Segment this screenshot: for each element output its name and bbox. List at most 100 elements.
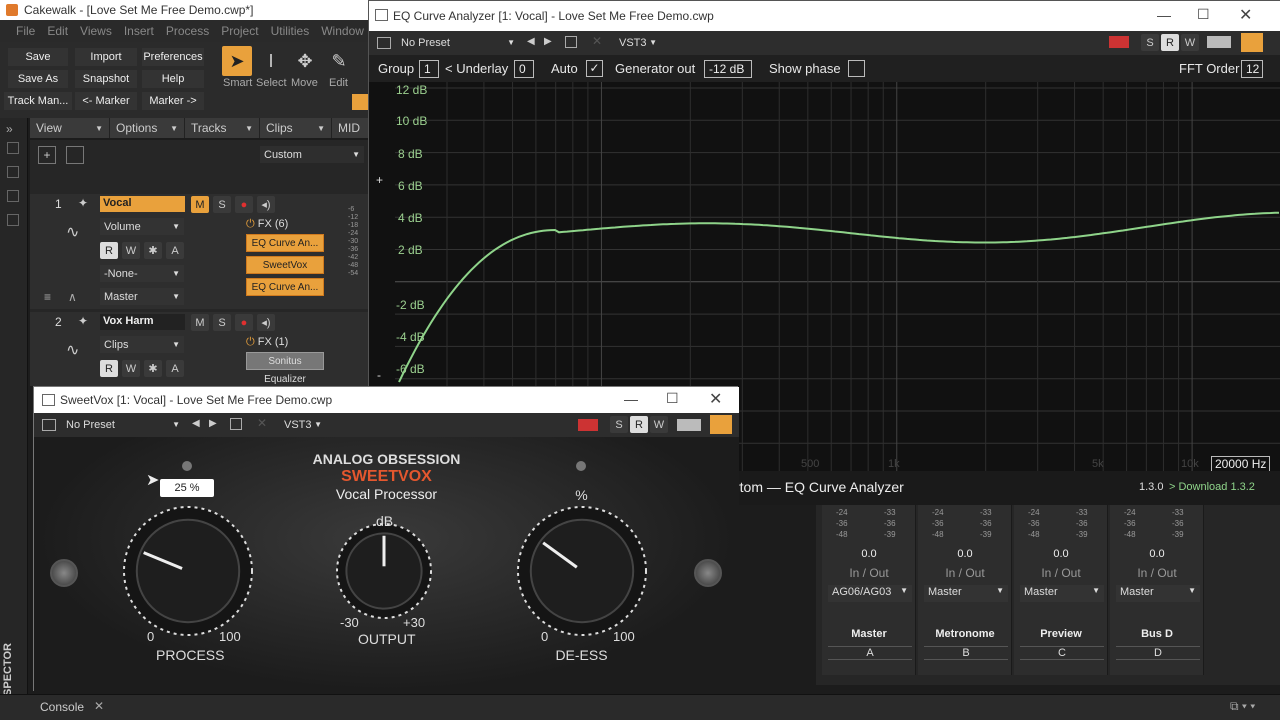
- expand-icon[interactable]: »: [6, 122, 13, 136]
- maximize-icon[interactable]: ☐: [1197, 6, 1210, 23]
- zoom-out-icon[interactable]: -: [377, 368, 381, 382]
- input-echo-button[interactable]: ◂): [257, 314, 275, 331]
- eq-titlebar[interactable]: EQ Curve Analyzer [1: Vocal] - Love Set …: [369, 1, 1280, 31]
- strip-route-dropdown[interactable]: Master ▼: [1020, 585, 1104, 602]
- import-button[interactable]: Import: [75, 48, 137, 66]
- menu-edit[interactable]: Edit: [47, 24, 68, 38]
- next-preset-icon[interactable]: ▶: [209, 418, 217, 429]
- input-echo-button[interactable]: ◂): [257, 196, 275, 213]
- pin-icon[interactable]: [1241, 33, 1263, 52]
- input-dropdown[interactable]: -None- ▼: [100, 265, 184, 282]
- strip-letter[interactable]: C: [1020, 646, 1104, 660]
- help-button[interactable]: Help: [142, 70, 204, 88]
- underlay-field[interactable]: 0: [514, 60, 534, 78]
- custom-preset-dropdown[interactable]: Custom ▼: [260, 146, 364, 163]
- fx-item-eq-curve-2[interactable]: EQ Curve An...: [246, 278, 324, 296]
- next-preset-icon[interactable]: ▶: [544, 36, 552, 47]
- track-manager-button[interactable]: Track Man...: [4, 92, 72, 110]
- fx-item-sonitus-eq[interactable]: Sonitus Equalizer: [246, 352, 324, 385]
- menu-utilities[interactable]: Utilities: [271, 24, 310, 38]
- strip-name[interactable]: Preview: [1014, 628, 1108, 640]
- layout-menu-icon[interactable]: ⧉ ▾ ▾: [1230, 699, 1255, 714]
- solo-plugin-button[interactable]: S: [1141, 34, 1159, 51]
- save-button[interactable]: Save: [8, 48, 68, 66]
- save-preset-icon[interactable]: [230, 418, 242, 430]
- automation-dropdown[interactable]: Clips ▼: [100, 336, 184, 353]
- inspector-d-icon[interactable]: [7, 214, 19, 226]
- plugin-menu-icon[interactable]: [377, 37, 391, 49]
- read-plugin-button[interactable]: R: [1161, 34, 1179, 51]
- edit-tool-icon[interactable]: ✎: [324, 46, 354, 76]
- track-settings-icon[interactable]: ≡: [44, 290, 51, 304]
- freeze-button[interactable]: ✱: [144, 242, 162, 259]
- sweetvox-titlebar[interactable]: SweetVox [1: Vocal] - Love Set Me Free D…: [34, 387, 739, 413]
- fx-item-eq-curve-1[interactable]: EQ Curve An...: [246, 234, 324, 252]
- archive-button[interactable]: A: [166, 242, 184, 259]
- format-dropdown[interactable]: VST3 ▼: [615, 34, 661, 51]
- prev-preset-icon[interactable]: ◀: [527, 36, 535, 47]
- move-tool-icon[interactable]: ✥: [290, 46, 320, 76]
- strip-route-dropdown[interactable]: Master ▼: [924, 585, 1008, 602]
- write-plugin-button[interactable]: W: [650, 416, 668, 433]
- delete-preset-icon[interactable]: ✕: [592, 34, 602, 48]
- inspector-b-icon[interactable]: [7, 166, 19, 178]
- solo-button[interactable]: S: [213, 314, 231, 331]
- menu-window[interactable]: Window: [321, 24, 364, 38]
- clips-menu[interactable]: Clips ▼: [260, 118, 332, 138]
- smart-tool-icon[interactable]: ➤: [222, 46, 252, 76]
- sidechain-icon[interactable]: [1109, 36, 1129, 48]
- track-name-field[interactable]: Vocal: [100, 196, 185, 212]
- read-plugin-button[interactable]: R: [630, 416, 648, 433]
- strip-name[interactable]: Bus D: [1110, 628, 1204, 640]
- fx-item-sweetvox[interactable]: SweetVox: [246, 256, 324, 274]
- freeze-button[interactable]: ✱: [144, 360, 162, 377]
- archive-button[interactable]: A: [166, 360, 184, 377]
- process-knob[interactable]: [123, 506, 253, 636]
- keyboard-icon[interactable]: [1207, 36, 1231, 48]
- minimize-icon[interactable]: —: [624, 391, 638, 407]
- output-dropdown[interactable]: Master ▼: [100, 288, 184, 305]
- format-dropdown[interactable]: VST3 ▼: [280, 416, 326, 433]
- solo-button[interactable]: S: [213, 196, 231, 213]
- console-tab[interactable]: Console: [40, 700, 84, 714]
- menu-views[interactable]: Views: [80, 24, 112, 38]
- pin-icon[interactable]: [710, 415, 732, 434]
- read-automation-button[interactable]: R: [100, 360, 118, 377]
- save-preset-icon[interactable]: [565, 36, 577, 48]
- fft-order-field[interactable]: 12: [1241, 60, 1263, 78]
- menu-insert[interactable]: Insert: [124, 24, 154, 38]
- close-icon[interactable]: ✕: [709, 389, 722, 409]
- strip-name[interactable]: Metronome: [918, 628, 1012, 640]
- duplicate-track-icon[interactable]: [66, 146, 84, 164]
- record-arm-button[interactable]: ●: [235, 196, 253, 213]
- write-plugin-button[interactable]: W: [1181, 34, 1199, 51]
- preferences-button[interactable]: Preferences: [142, 48, 204, 66]
- zoom-in-icon[interactable]: +: [376, 173, 383, 187]
- view-menu[interactable]: View ▼: [30, 118, 110, 138]
- add-track-icon[interactable]: +: [38, 146, 56, 164]
- preset-dropdown[interactable]: No Preset ▼: [62, 416, 184, 433]
- draw-tool-icon[interactable]: [352, 94, 368, 110]
- select-tool-icon[interactable]: I: [256, 46, 286, 76]
- write-automation-button[interactable]: W: [122, 360, 140, 377]
- marker-back-button[interactable]: <- Marker: [75, 92, 137, 110]
- console-tab-close-icon[interactable]: ✕: [94, 699, 104, 713]
- max-freq-field[interactable]: 20000 Hz: [1211, 456, 1271, 472]
- record-arm-button[interactable]: ●: [235, 314, 253, 331]
- track-name-field[interactable]: Vox Harm: [100, 314, 185, 330]
- inspector-a-icon[interactable]: [7, 142, 19, 154]
- strip-name[interactable]: Master: [822, 628, 916, 640]
- preset-dropdown[interactable]: No Preset ▼: [397, 34, 519, 51]
- mute-button[interactable]: M: [191, 314, 209, 331]
- auto-checkbox[interactable]: ✓: [586, 60, 603, 77]
- close-icon[interactable]: ✕: [1239, 5, 1252, 25]
- strip-letter[interactable]: D: [1116, 646, 1200, 660]
- strip-route-dropdown[interactable]: AG06/AG03 ▼: [828, 585, 912, 602]
- strip-letter[interactable]: B: [924, 646, 1008, 660]
- inspector-c-icon[interactable]: [7, 190, 19, 202]
- solo-plugin-button[interactable]: S: [610, 416, 628, 433]
- midi-menu[interactable]: MID: [332, 118, 370, 138]
- strip-route-dropdown[interactable]: Master ▼: [1116, 585, 1200, 602]
- tracks-menu[interactable]: Tracks ▼: [185, 118, 260, 138]
- read-automation-button[interactable]: R: [100, 242, 118, 259]
